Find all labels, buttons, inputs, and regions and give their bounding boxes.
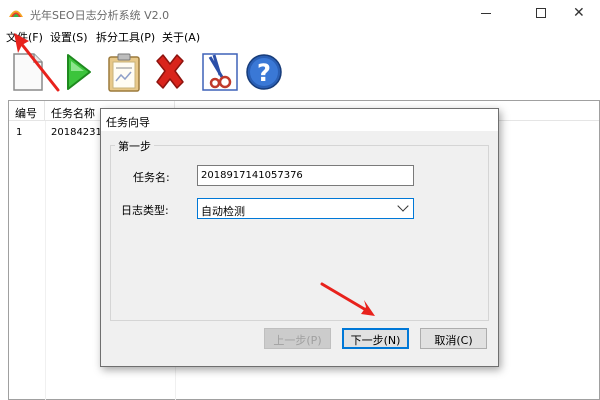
- close-icon: ✕: [573, 5, 585, 21]
- maximize-icon: [536, 8, 546, 18]
- app-logo-icon: [9, 10, 23, 17]
- next-step-button[interactable]: 下一步(N): [342, 328, 409, 349]
- cancel-button[interactable]: 取消(C): [420, 328, 487, 349]
- split-scissors-icon[interactable]: [200, 51, 240, 93]
- maximize-button[interactable]: [518, 0, 563, 27]
- clipboard-report-icon[interactable]: [104, 51, 144, 93]
- toolbar: ?: [0, 45, 600, 97]
- menu-bar: 文件(F) 设置(S) 拆分工具(P) 关于(A): [0, 27, 600, 45]
- previous-step-button[interactable]: 上一步(P): [264, 328, 331, 349]
- close-window-button[interactable]: ✕: [560, 0, 600, 27]
- menu-about[interactable]: 关于(A): [162, 29, 200, 45]
- log-type-value: 自动检测: [201, 205, 245, 218]
- log-type-label: 日志类型:: [121, 204, 169, 217]
- task-wizard-dialog: 任务向导 第一步 任务名: 20189171410573​76 日志类型: 自动…: [100, 108, 499, 367]
- svg-text:?: ?: [257, 59, 271, 87]
- row-id-cell: 1: [16, 127, 23, 138]
- title-bar: 光年SEO日志分析系统 V2.0 ✕: [0, 0, 600, 27]
- task-name-label: 任务名:: [133, 171, 170, 184]
- minimize-button[interactable]: [464, 0, 509, 27]
- column-header-id[interactable]: 编号: [9, 101, 45, 121]
- app-window: 光年SEO日志分析系统 V2.0 ✕ 文件(F) 设置(S) 拆分工具(P) 关…: [0, 0, 600, 400]
- step-one-label: 第一步: [115, 138, 154, 154]
- delete-x-icon[interactable]: [150, 51, 190, 93]
- help-icon[interactable]: ?: [244, 51, 284, 93]
- dialog-title: 任务向导: [106, 116, 150, 129]
- column-divider: [45, 121, 46, 400]
- minimize-icon: [481, 13, 491, 14]
- window-title: 光年SEO日志分析系统 V2.0: [30, 9, 170, 22]
- menu-settings[interactable]: 设置(S): [50, 29, 88, 45]
- play-icon[interactable]: [58, 51, 98, 93]
- dialog-title-bar[interactable]: 任务向导: [101, 109, 498, 131]
- menu-split-tools[interactable]: 拆分工具(P): [96, 29, 155, 45]
- log-type-select[interactable]: 自动检测: [197, 198, 414, 219]
- menu-file[interactable]: 文件(F): [6, 29, 43, 45]
- chevron-down-icon: [397, 200, 409, 212]
- task-name-input[interactable]: 20189171410573​76: [197, 165, 414, 186]
- new-document-icon[interactable]: [8, 51, 48, 93]
